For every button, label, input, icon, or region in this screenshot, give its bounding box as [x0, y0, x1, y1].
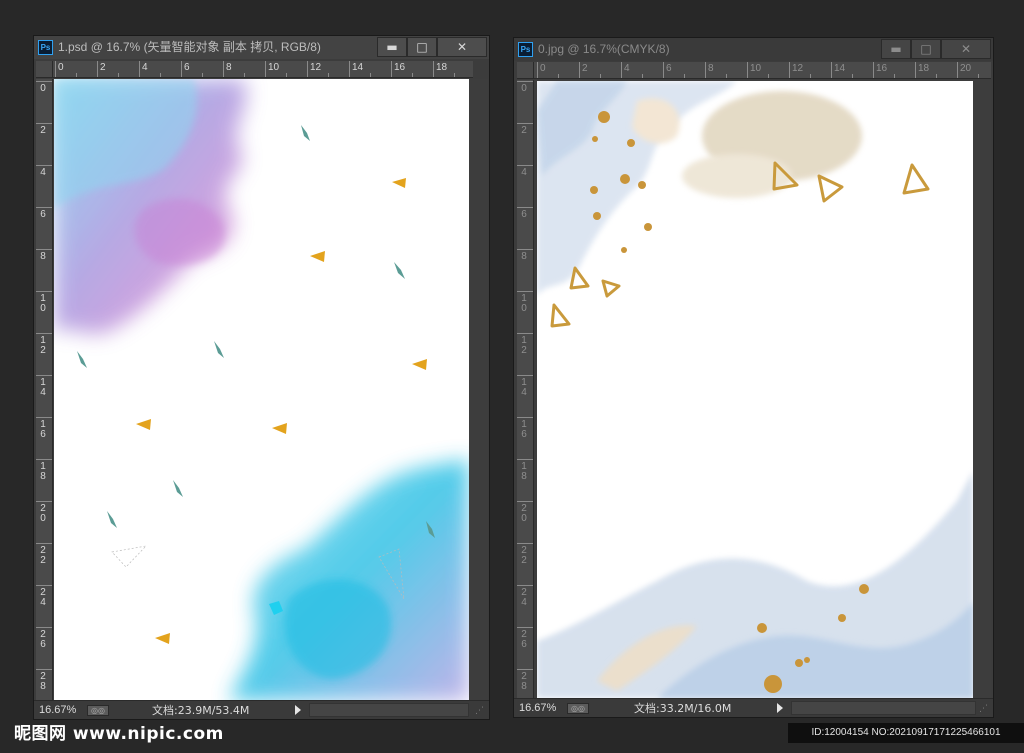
minimize-button[interactable]: ▬ [881, 39, 911, 59]
photoshop-app-icon: Ps [518, 42, 533, 57]
window-title-bar[interactable]: Ps 1.psd @ 16.7% (矢量智能对象 副本 拷贝, RGB/8) ▬… [34, 36, 489, 59]
status-bar: 16.67% ◎◎ 文档:23.9M/53.4M ⋰ [34, 700, 489, 719]
document-tab-title[interactable]: 1.psd @ 16.7% (矢量智能对象 副本 拷贝, RGB/8) [58, 40, 321, 55]
maximize-button[interactable]: □ [407, 37, 437, 57]
horizontal-ruler[interactable]: 0 2 4 6 8 10 12 14 16 18 [53, 61, 473, 78]
watercolor-top-left [54, 79, 247, 334]
vertical-ruler[interactable]: 0 2 4 6 8 1 0 1 2 1 4 1 6 1 8 2 0 2 2 2 … [36, 79, 53, 701]
resize-grip-icon[interactable]: ⋰ [979, 703, 991, 715]
ruler-origin[interactable] [36, 61, 53, 78]
status-bar: 16.67% ◎◎ 文档:33.2M/16.0M ⋰ [514, 698, 993, 717]
document-window-2[interactable]: Ps 0.jpg @ 16.7%(CMYK/8) ▬ □ ✕ 0 2 4 6 8… [513, 37, 994, 718]
status-menu-arrow-icon[interactable] [777, 703, 783, 713]
zoom-level[interactable]: 16.67% [39, 704, 76, 717]
close-button[interactable]: ✕ [437, 37, 487, 57]
canvas-artwork [537, 81, 973, 698]
document-canvas[interactable] [537, 81, 973, 698]
site-watermark: 昵图网 www.nipic.com [14, 724, 224, 744]
vertical-ruler[interactable]: 0 2 4 6 8 1 0 1 2 1 4 1 6 1 8 2 0 2 2 2 … [517, 80, 534, 698]
status-menu-arrow-icon[interactable] [295, 705, 301, 715]
horizontal-scrollbar[interactable] [791, 701, 976, 715]
ruler-origin[interactable] [517, 62, 534, 79]
document-size-info: 文档:33.2M/16.0M [634, 702, 732, 715]
document-window-1[interactable]: Ps 1.psd @ 16.7% (矢量智能对象 副本 拷贝, RGB/8) ▬… [33, 35, 490, 720]
maximize-button[interactable]: □ [911, 39, 941, 59]
close-button[interactable]: ✕ [941, 39, 991, 59]
horizontal-scrollbar[interactable] [309, 703, 469, 717]
gold-glitter-cloud [682, 91, 862, 198]
minimize-button[interactable]: ▬ [377, 37, 407, 57]
zoom-level[interactable]: 16.67% [519, 702, 556, 715]
zoom-preview-icon[interactable]: ◎◎ [87, 705, 109, 716]
resize-grip-icon[interactable]: ⋰ [475, 705, 487, 717]
image-id-strip: ID:12004154 NO:20210917171225466101 [788, 723, 1024, 743]
pastel-wash-bottom [537, 471, 973, 698]
window-title-bar[interactable]: Ps 0.jpg @ 16.7%(CMYK/8) ▬ □ ✕ [514, 38, 993, 61]
pasteboard[interactable] [534, 80, 991, 698]
zoom-preview-icon[interactable]: ◎◎ [567, 703, 589, 714]
pasteboard[interactable] [53, 79, 488, 701]
watercolor-bottom-right [229, 459, 469, 701]
document-size-info: 文档:23.9M/53.4M [152, 704, 250, 717]
document-canvas[interactable] [54, 79, 469, 701]
horizontal-ruler[interactable]: 0 2 4 6 8 10 12 14 16 18 20 [534, 62, 991, 79]
document-tab-title[interactable]: 0.jpg @ 16.7%(CMYK/8) [538, 42, 670, 57]
canvas-artwork [54, 79, 469, 701]
photoshop-app-icon: Ps [38, 40, 53, 55]
